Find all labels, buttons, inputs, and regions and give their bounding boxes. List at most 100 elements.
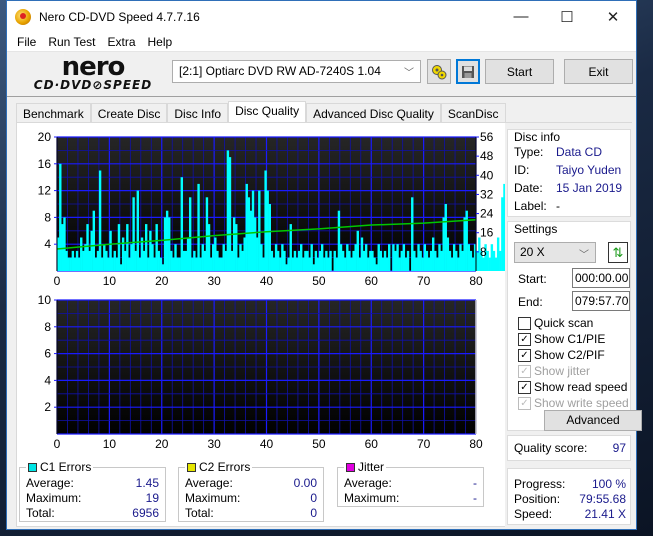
x-tick-label: 70 [417, 437, 431, 451]
window-title: Nero CD-DVD Speed 4.7.7.16 [39, 9, 200, 24]
minimize-button[interactable]: — [498, 1, 544, 32]
tab-create-disc[interactable]: Create Disc [90, 103, 168, 123]
start-button[interactable]: Start [485, 59, 554, 84]
tab-disc-info[interactable]: Disc Info [167, 103, 229, 123]
c1-error-bar [165, 210, 169, 271]
c1-error-bar [232, 217, 236, 271]
c1-error-bar [492, 250, 496, 271]
drive-select[interactable]: [2:1] Optiarc DVD RW AD-7240S 1.04 ﹀ [172, 60, 421, 83]
tab-scandisc[interactable]: ScanDisc [440, 103, 506, 123]
close-button[interactable]: ✕ [590, 1, 636, 32]
label-value: - [556, 199, 560, 213]
drive-config-button[interactable] [427, 59, 451, 84]
c1-title: C1 Errors [40, 460, 92, 474]
start-field[interactable]: 000:00.00 [572, 268, 630, 288]
date-label: Date: [514, 181, 543, 195]
c1-error-bar [142, 250, 146, 271]
c1-error-bar [297, 250, 301, 271]
y2-tick-label: 56 [480, 130, 494, 144]
c1-error-bar [419, 250, 422, 271]
c2-maximum-label: Maximum: [185, 491, 241, 505]
c1-chart: 481216200 10 20 30 40 50 60 70 808162432404856 [38, 130, 505, 288]
c1-error-bar [406, 250, 410, 271]
quality-score-box: Quality score: 97 [507, 435, 631, 461]
quick-scan-checkbox[interactable]: Quick scan [518, 316, 593, 330]
c1-error-bar [415, 257, 418, 271]
show-write-speed-checkbox: ✓ Show write speed [518, 396, 629, 410]
c1-error-bar [360, 237, 364, 271]
save-button[interactable] [456, 59, 480, 84]
jitter-maximum-label: Maximum: [344, 491, 400, 505]
checkmark-icon: ✓ [518, 364, 531, 378]
c1-error-bar [205, 197, 209, 271]
settings-title: Settings [514, 222, 558, 236]
c1-error-bar [266, 190, 269, 271]
show-c2-checkbox[interactable]: ✓ Show C2/PIF [518, 348, 605, 362]
c1-error-bar [105, 250, 108, 271]
start-label: Start: [518, 272, 547, 286]
c1-error-bar [501, 197, 504, 271]
c1-error-bar [159, 257, 163, 271]
c1-error-bar [88, 250, 91, 271]
c1-error-bar [388, 244, 391, 271]
c1-error-bar [201, 244, 204, 271]
x-tick-label: 0 [54, 274, 61, 288]
c1-error-bar [71, 250, 75, 271]
advanced-button[interactable]: Advanced [544, 410, 642, 431]
c2-errors-box: C2 Errors Average: 0.00 Maximum: 0 Total: 0 [178, 460, 324, 522]
exit-button[interactable]: Exit [564, 59, 633, 84]
tab-disc-quality[interactable]: Disc Quality [228, 101, 307, 123]
c1-error-bar [155, 224, 158, 271]
c1-error-bar [109, 230, 112, 271]
c1-error-bar [274, 244, 278, 271]
quick-scan-label: Quick scan [534, 316, 594, 330]
c1-error-bar [452, 244, 456, 271]
show-read-speed-checkbox[interactable]: ✓ Show read speed [518, 380, 627, 394]
menu-file[interactable]: File [11, 35, 42, 49]
c1-total-label: Total: [26, 506, 55, 520]
c1-error-bar [170, 250, 173, 271]
y-tick-label: 16 [38, 157, 52, 171]
type-value: Data CD [556, 145, 603, 159]
menu-run-test[interactable]: Run Test [42, 35, 101, 49]
speed-select-value: 20 X [520, 245, 545, 259]
c1-error-bar [364, 244, 368, 271]
c1-error-bar [499, 250, 502, 271]
menu-help[interactable]: Help [142, 35, 179, 49]
c1-total-value: 6956 [132, 506, 159, 520]
end-field[interactable]: 079:57.70 [572, 291, 630, 311]
c1-error-bar [216, 250, 219, 271]
x-tick-label: 60 [365, 437, 379, 451]
c1-error-bar [306, 250, 309, 271]
c1-error-bar [369, 250, 372, 271]
refresh-button[interactable]: ⇅ [608, 242, 628, 263]
c1-error-bar [191, 257, 194, 271]
show-c1-checkbox[interactable]: ✓ Show C1/PIE [518, 332, 605, 346]
type-label: Type: [514, 145, 544, 159]
speed-value: 21.41 X [584, 507, 626, 521]
c1-error-bar [337, 210, 341, 271]
y2-tick-label: 32 [480, 187, 494, 201]
tab-advanced-disc-quality[interactable]: Advanced Disc Quality [306, 103, 441, 123]
c1-error-bar [455, 250, 458, 271]
c1-error-bar [67, 257, 70, 271]
tab-benchmark[interactable]: Benchmark [16, 103, 91, 123]
c1-error-bar [450, 257, 454, 271]
c1-error-bar [69, 257, 72, 271]
c1-error-bar [222, 244, 225, 271]
speed-select[interactable]: 20 X ﹀ [514, 242, 596, 263]
c1-error-bar [312, 264, 315, 271]
c1-error-bar [318, 250, 322, 271]
c1-error-bar [94, 257, 98, 271]
c1-error-bar [377, 244, 380, 271]
checkmark-icon: ✓ [518, 332, 531, 346]
maximize-button[interactable]: ☐ [544, 1, 590, 32]
show-jitter-label: Show jitter [534, 364, 591, 378]
menu-extra[interactable]: Extra [101, 35, 141, 49]
jitter-average-value: - [473, 476, 477, 490]
c1-error-bar [260, 244, 263, 271]
c1-error-bar [394, 250, 397, 271]
date-value: 15 Jan 2019 [556, 181, 623, 195]
c1-error-bar [80, 237, 83, 271]
checkmark-icon: ✓ [518, 380, 531, 394]
